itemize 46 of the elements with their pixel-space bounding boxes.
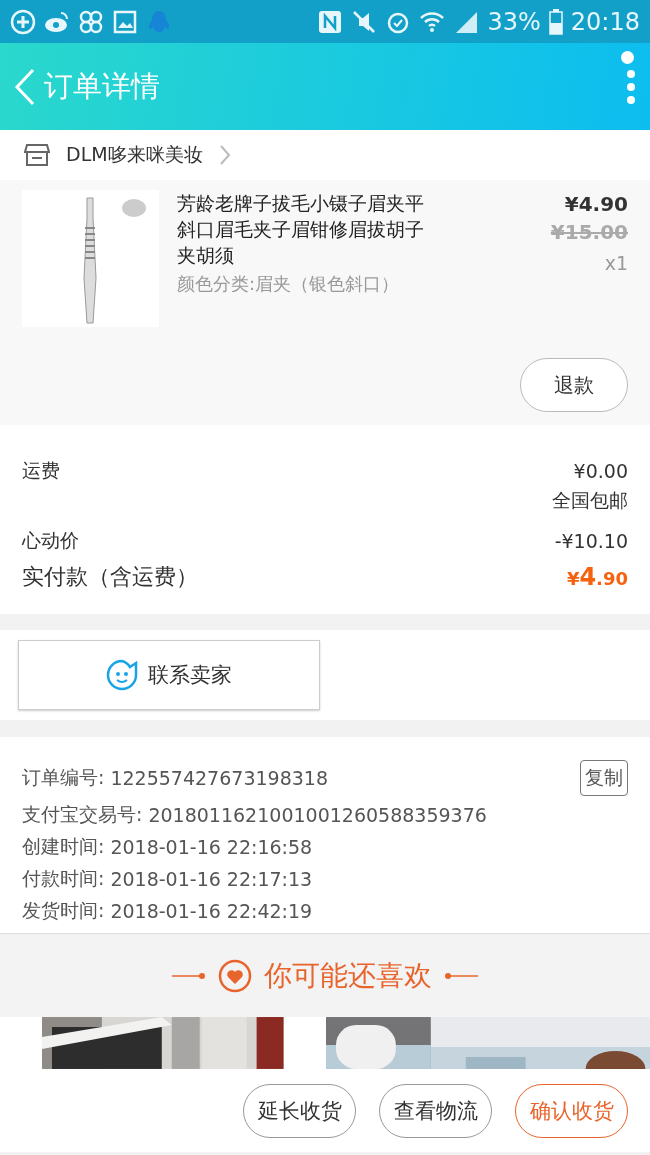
action-button[interactable]: 延长收货	[243, 1083, 356, 1138]
copy-button[interactable]: 复制	[580, 760, 628, 796]
smiley-chat-icon	[106, 659, 138, 691]
original-price: ¥15.00	[549, 219, 628, 246]
shop-name[interactable]: DLM哆来咪美妆	[66, 142, 203, 168]
info-label: 发货时间:	[22, 898, 105, 923]
nfc-icon	[317, 8, 344, 35]
contact-seller-button[interactable]: 联系卖家	[18, 640, 320, 710]
penguin-icon	[146, 8, 172, 35]
product-price: ¥4.90	[563, 191, 628, 218]
battery-icon	[548, 8, 563, 35]
store-icon	[24, 143, 50, 167]
plus-circle-icon	[10, 8, 36, 35]
fee-label: 运费	[22, 457, 60, 483]
product-quantity: x1	[603, 252, 628, 274]
fee-value: ¥0.00	[573, 459, 628, 482]
info-value: 2018011621001001260588359376	[148, 804, 487, 826]
action-button[interactable]: 查看物流	[379, 1083, 492, 1138]
info-value: 2018-01-16 22:16:58	[110, 836, 313, 858]
info-label: 付款时间:	[22, 866, 105, 891]
info-value: 122557427673198318	[110, 767, 328, 789]
info-label: 订单编号:	[22, 765, 105, 790]
total-label: 实付款（含运费）	[22, 563, 198, 591]
back-icon[interactable]	[14, 67, 36, 106]
fee-label: 心动价	[22, 527, 79, 553]
more-menu-icon[interactable]	[626, 69, 636, 104]
fee-note: 全国包邮	[552, 489, 628, 511]
page-title: 订单详情	[44, 67, 161, 105]
image-icon	[112, 8, 138, 35]
divider-ornament-icon	[444, 971, 478, 980]
info-label: 创建时间:	[22, 834, 105, 859]
info-value: 2018-01-16 22:17:13	[110, 868, 313, 890]
info-label: 支付宝交易号:	[22, 802, 143, 827]
recommend-title: 你可能还喜欢	[264, 957, 432, 994]
info-value: 2018-01-16 22:42:19	[110, 900, 313, 922]
notification-dot	[621, 51, 634, 64]
chevron-right-icon[interactable]	[218, 144, 231, 166]
clock-time: 20:18	[570, 7, 640, 36]
divider-ornament-icon	[172, 971, 206, 980]
product-title[interactable]: 芳龄老牌子拔毛小镊子眉夹平斜口眉毛夹子眉钳修眉拔胡子夹胡须	[177, 190, 429, 268]
product-variant: 颜色分类:眉夹（银色斜口）	[177, 272, 401, 296]
refund-button[interactable]: 退款	[520, 358, 628, 412]
fee-value: -¥10.10	[554, 529, 628, 552]
battery-percentage: 33%	[487, 7, 541, 36]
flower-icon	[78, 8, 104, 35]
total-amount: ¥4.90	[566, 563, 628, 591]
